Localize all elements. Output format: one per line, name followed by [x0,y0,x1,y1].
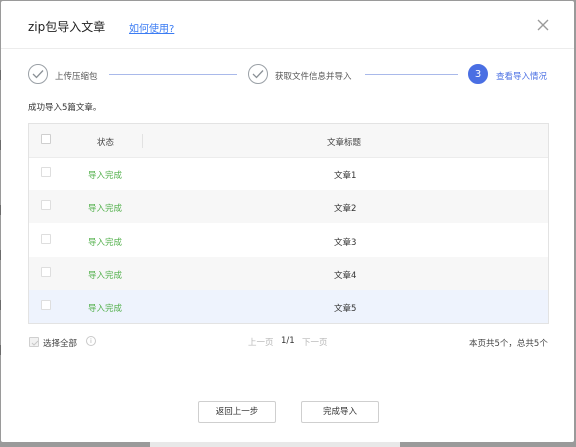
table-row[interactable]: 导入完成 文章2 [29,190,548,223]
step-connector [109,74,237,75]
row-status: 导入完成 [88,238,123,248]
row-status: 导入完成 [88,204,123,214]
column-divider [142,134,143,148]
step-3-number: 3 [468,64,488,84]
header-checkbox[interactable] [41,134,51,144]
row-status: 导入完成 [88,171,123,181]
row-title: 文章3 [334,238,357,248]
select-all-checkbox[interactable] [29,337,39,347]
zip-import-dialog: zip包导入文章 如何使用? 上传压缩包 获取文件信息并导入 3 查看导入情况 … [1,1,574,442]
close-icon[interactable] [534,16,552,34]
step-2-check-icon [248,64,268,84]
row-checkbox[interactable] [41,300,51,310]
row-title: 文章4 [334,271,357,281]
row-checkbox[interactable] [41,167,51,177]
step-1-check-icon [28,64,48,84]
table-row[interactable]: 导入完成 文章3 [29,224,548,257]
dialog-header: zip包导入文章 如何使用? [1,1,574,49]
step-3-label: 查看导入情况 [496,72,548,82]
help-link[interactable]: 如何使用? [129,20,174,35]
info-icon[interactable]: i [86,336,96,346]
page-summary: 本页共5个，总共5个 [469,339,548,349]
previous-page-button[interactable]: 上一页 [248,336,274,348]
finish-import-button[interactable]: 完成导入 [301,401,379,423]
row-title: 文章1 [334,171,357,181]
row-checkbox[interactable] [41,200,51,210]
page-indicator: 1/1 [281,336,295,346]
select-all-label: 选择全部 [43,339,78,349]
row-checkbox[interactable] [41,234,51,244]
back-button[interactable]: 返回上一步 [198,401,276,423]
step-2-label: 获取文件信息并导入 [275,72,352,82]
next-page-button[interactable]: 下一页 [302,336,328,348]
step-1-label: 上传压缩包 [55,72,98,82]
dialog-title: zip包导入文章 [28,20,106,34]
row-checkbox[interactable] [41,267,51,277]
table-row[interactable]: 导入完成 文章5 [29,290,548,323]
table-row[interactable]: 导入完成 文章4 [29,257,548,290]
row-status: 导入完成 [88,271,123,281]
row-status: 导入完成 [88,304,123,314]
articles-table: 状态 文章标题 导入完成 文章1 导入完成 文章2 导入完成 文章3 导入完成 … [28,123,549,324]
table-row[interactable]: 导入完成 文章1 [29,157,548,190]
import-result-message: 成功导入5篇文章。 [28,103,102,113]
table-header: 状态 文章标题 [29,124,548,158]
row-title: 文章2 [334,204,357,214]
column-header-title: 文章标题 [327,138,362,148]
row-title: 文章5 [334,304,357,314]
step-connector [365,74,458,75]
column-header-status: 状态 [97,138,115,148]
